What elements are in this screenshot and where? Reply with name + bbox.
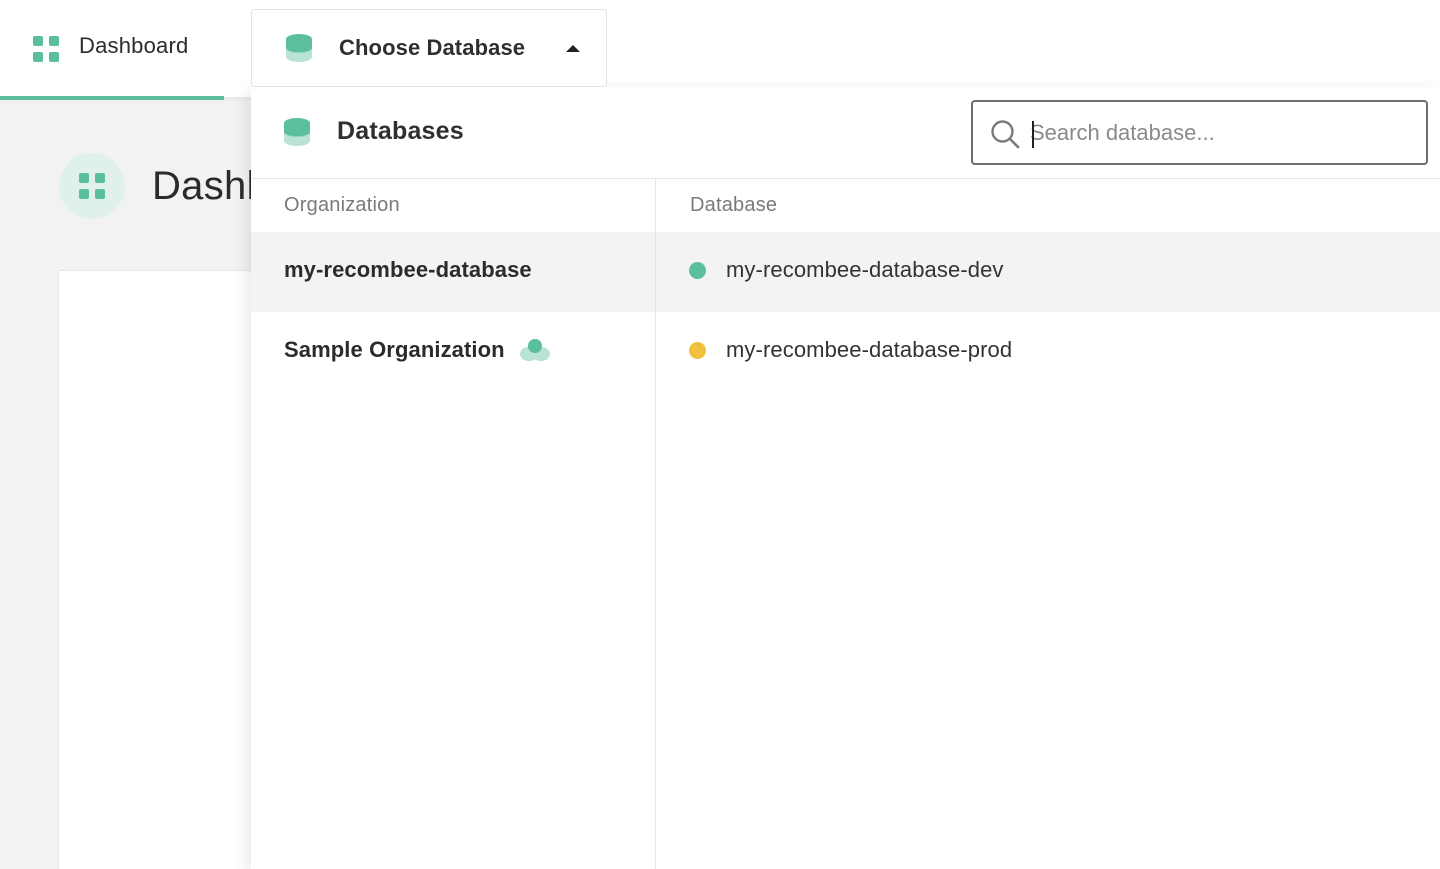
nav-active-indicator [0, 96, 224, 100]
database-name: my-recombee-database-prod [726, 337, 1013, 362]
column-header-database: Database [690, 194, 778, 216]
column-header-organization: Organization [284, 194, 400, 216]
organization-item[interactable]: my-recombee-database [284, 257, 532, 283]
column-divider [655, 179, 656, 869]
database-item[interactable]: my-recombee-database-dev [689, 257, 1004, 283]
status-dot [689, 261, 706, 279]
database-name: my-recombee-database-dev [726, 257, 1004, 282]
text-cursor [1032, 121, 1034, 148]
panel-header: Databases [251, 87, 1440, 179]
search-icon [991, 120, 1020, 149]
panel-title: Databases [337, 117, 464, 145]
top-bar: Dashboard [0, 0, 1440, 97]
dashboard-grid-icon [79, 173, 105, 199]
dashboard-avatar [59, 153, 125, 219]
organization-name: Sample Organization [284, 337, 505, 362]
caret-up-icon [566, 45, 580, 52]
dashboard-grid-icon [33, 36, 59, 62]
choose-database-button[interactable]: Choose Database [251, 9, 607, 87]
organization-name: my-recombee-database [284, 257, 532, 282]
sample-organization-icon [519, 339, 550, 361]
organization-item[interactable]: Sample Organization [284, 337, 552, 363]
status-dot [689, 341, 706, 359]
database-icon [286, 34, 312, 62]
search-input[interactable] [1030, 112, 1410, 154]
search-box[interactable] [971, 100, 1428, 165]
choose-database-label: Choose Database [339, 35, 526, 60]
database-dropdown-panel: Databases Organization Database my-recom… [251, 87, 1440, 869]
nav-dashboard-label: Dashboard [79, 33, 189, 58]
database-item[interactable]: my-recombee-database-prod [689, 337, 1012, 363]
page-heading: Dashb [59, 153, 269, 219]
nav-dashboard[interactable]: Dashboard [0, 0, 224, 100]
database-icon [284, 118, 310, 146]
